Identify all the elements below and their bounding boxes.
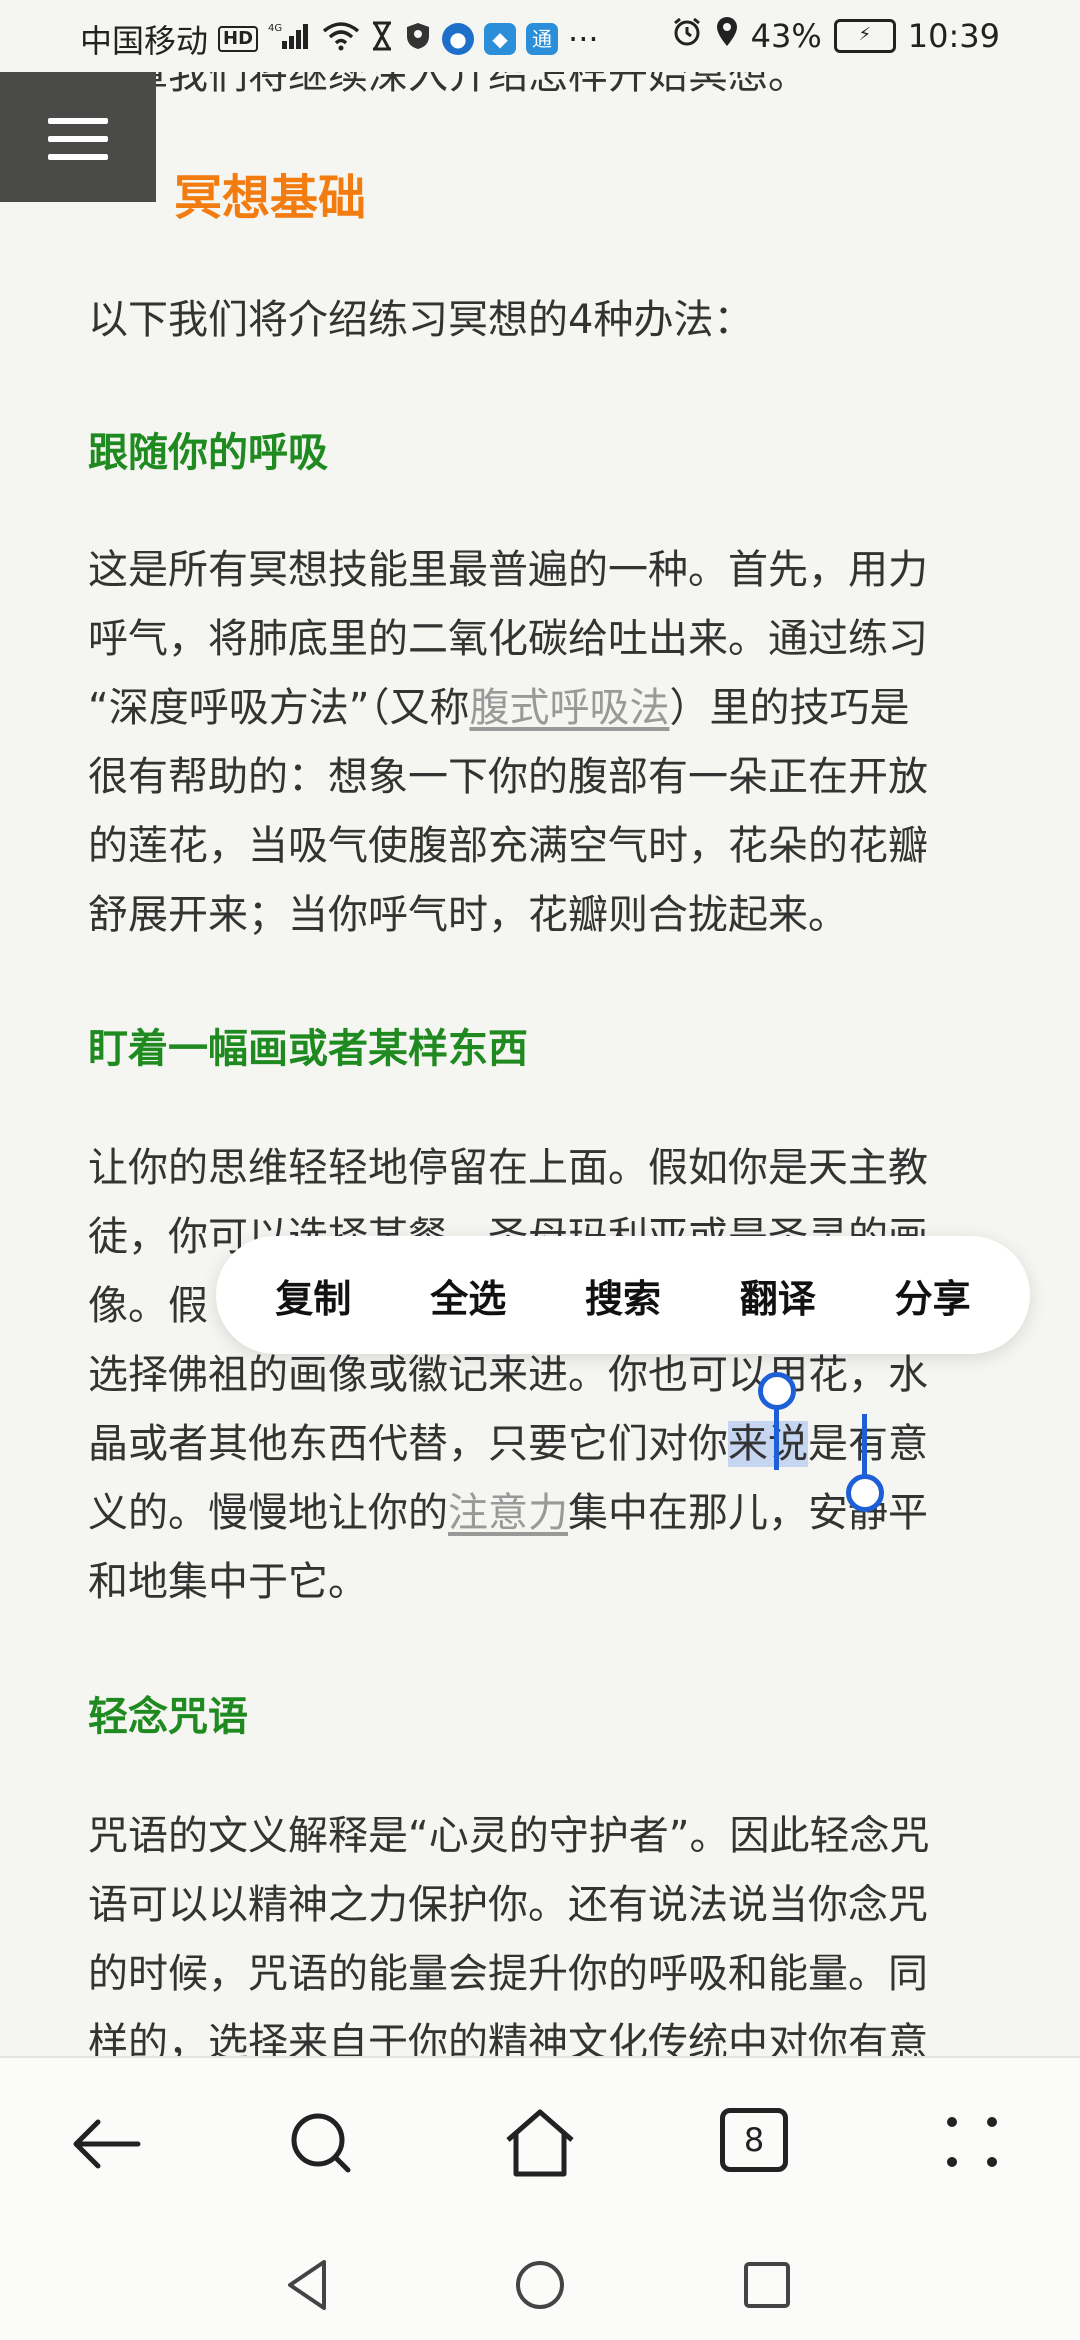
battery-icon: ⚡: [833, 18, 896, 53]
paragraph-line: 语可以以精神之力保护你。还有说法说当你念咒: [88, 1882, 928, 1928]
paragraph-line: 舒展开来；当你呼气时，花瓣则合拢起来。: [88, 892, 848, 938]
search-toolbar-button[interactable]: [276, 2098, 368, 2190]
more-notifications-icon: ···: [568, 20, 599, 58]
more-dots-icon: [947, 2117, 997, 2167]
clock: 10:39: [907, 16, 1000, 55]
carrier-name: 中国移动: [80, 22, 209, 60]
menu-icon-bar: [48, 118, 108, 124]
tab-count: 8: [720, 2108, 788, 2172]
menu-icon-bar: [48, 136, 108, 142]
back-button[interactable]: [62, 2098, 154, 2190]
link-abdominal-breathing[interactable]: 腹式呼吸法: [469, 685, 669, 731]
paragraph-line: 这是所有冥想技能里最普遍的一种。首先，用力: [88, 547, 928, 593]
wifi-icon: [322, 21, 360, 58]
paragraph-text: ）里的技巧是: [669, 685, 910, 731]
nav-home-button[interactable]: [505, 2250, 575, 2320]
paragraph-line: 的莲花，当吸气使腹部充满空气时，花朵的花瓣: [88, 823, 928, 869]
paragraph-line: 样的，选择来自于你的精神文化传统中对你有意: [88, 2020, 928, 2056]
paragraph-line: 义的。慢慢地让你的注意力集中在那儿，安静平: [88, 1479, 928, 1548]
tong-app-icon: 通: [526, 23, 559, 55]
select-all-button[interactable]: 全选: [416, 1258, 520, 1333]
browser-toolbar: 8: [0, 2056, 1080, 2230]
paragraph-text: 义的。慢慢地让你的: [88, 1490, 448, 1536]
home-icon: [506, 2109, 574, 2177]
location-icon: [715, 16, 739, 55]
alarm-icon: [671, 16, 703, 55]
shield-user-icon: [404, 21, 432, 58]
nav-recents-icon: [744, 2262, 790, 2308]
paragraph-text: 是有意: [808, 1421, 928, 1467]
hourglass-icon: [370, 21, 394, 58]
paragraph-line: 和地集中于它。: [88, 1559, 368, 1605]
share-button[interactable]: 分享: [881, 1258, 985, 1333]
paragraph-line: 晶或者其他东西代替，只要它们对你来说是有意: [88, 1410, 928, 1479]
section-heading-mantra: 轻念咒语: [88, 1694, 248, 1740]
selection-end-handle[interactable]: [846, 1474, 884, 1512]
paragraph-line: 让你的思维轻轻地停留在上面。假如你是天主教: [88, 1145, 928, 1191]
paragraph-text: 晶或者其他东西代替，只要它们对你: [88, 1421, 728, 1467]
bank-app-icon: ◆: [484, 23, 517, 55]
nav-home-icon: [516, 2261, 564, 2309]
paragraph-line: 咒语的文义解释是“心灵的守护者”。因此轻念咒: [88, 1813, 930, 1859]
selection-start-handle[interactable]: [758, 1372, 796, 1410]
link-attention[interactable]: 注意力: [448, 1490, 568, 1536]
section-heading-breath: 跟随你的呼吸: [88, 430, 328, 476]
back-arrow-icon: [73, 2119, 141, 2169]
section-heading-gaze: 盯着一幅画或者某样东西: [88, 1026, 528, 1072]
menu-icon-bar: [48, 154, 108, 160]
paragraph-text: “深度呼吸方法”（又称: [88, 685, 470, 731]
translate-button[interactable]: 翻译: [726, 1258, 830, 1333]
status-bar: 中国移动 HD 4G ● ◆ 通 ··· 43% ⚡ 10:39: [0, 0, 1080, 72]
search-icon: [291, 2113, 351, 2173]
copy-button[interactable]: 复制: [261, 1258, 365, 1333]
search-button[interactable]: 搜索: [571, 1258, 675, 1333]
section-title: 冥想基础: [174, 170, 367, 226]
nav-back-button[interactable]: [274, 2250, 344, 2320]
more-menu-button[interactable]: [928, 2098, 1020, 2190]
status-right: 43% ⚡ 10:39: [671, 16, 1000, 55]
signal-icon: 4G: [268, 21, 312, 58]
selection-end-line: [862, 1414, 867, 1476]
article-content[interactable]: 文章我们将继续深入介绍怎样开始冥想。 冥想基础 以下我们将介绍练习冥想的4种办法…: [0, 0, 1080, 2056]
intro-paragraph: 以下我们将介绍练习冥想的4种办法：: [88, 297, 754, 343]
paragraph-line: “深度呼吸方法”（又称腹式呼吸法）里的技巧是: [88, 674, 909, 743]
selection-start-line: [774, 1406, 779, 1470]
network-type: 4G: [268, 23, 282, 34]
battery-percent: 43%: [750, 16, 822, 55]
text-selection-menu: 复制 全选 搜索 翻译 分享: [216, 1236, 1030, 1354]
app-notification-icon: ●: [442, 23, 475, 55]
home-button[interactable]: [494, 2098, 586, 2190]
paragraph-line: 很有帮助的：想象一下你的腹部有一朵正在开放: [88, 754, 928, 800]
paragraph-line: 像。假: [88, 1283, 208, 1329]
paragraph-line: 的时候，咒语的能量会提升你的呼吸和能量。同: [88, 1951, 928, 1997]
nav-recents-button[interactable]: [732, 2250, 802, 2320]
system-nav-bar: [0, 2228, 1080, 2340]
tabs-button[interactable]: 8: [712, 2098, 804, 2190]
hd-badge: HD: [218, 26, 259, 52]
menu-button[interactable]: [0, 72, 156, 202]
paragraph-line: 呼气，将肺底里的二氧化碳给吐出来。通过练习: [88, 616, 928, 662]
selected-text[interactable]: 来说: [728, 1421, 808, 1467]
status-left: 中国移动 HD 4G ● ◆ 通 ···: [80, 16, 599, 62]
nav-back-icon: [288, 2260, 326, 2310]
